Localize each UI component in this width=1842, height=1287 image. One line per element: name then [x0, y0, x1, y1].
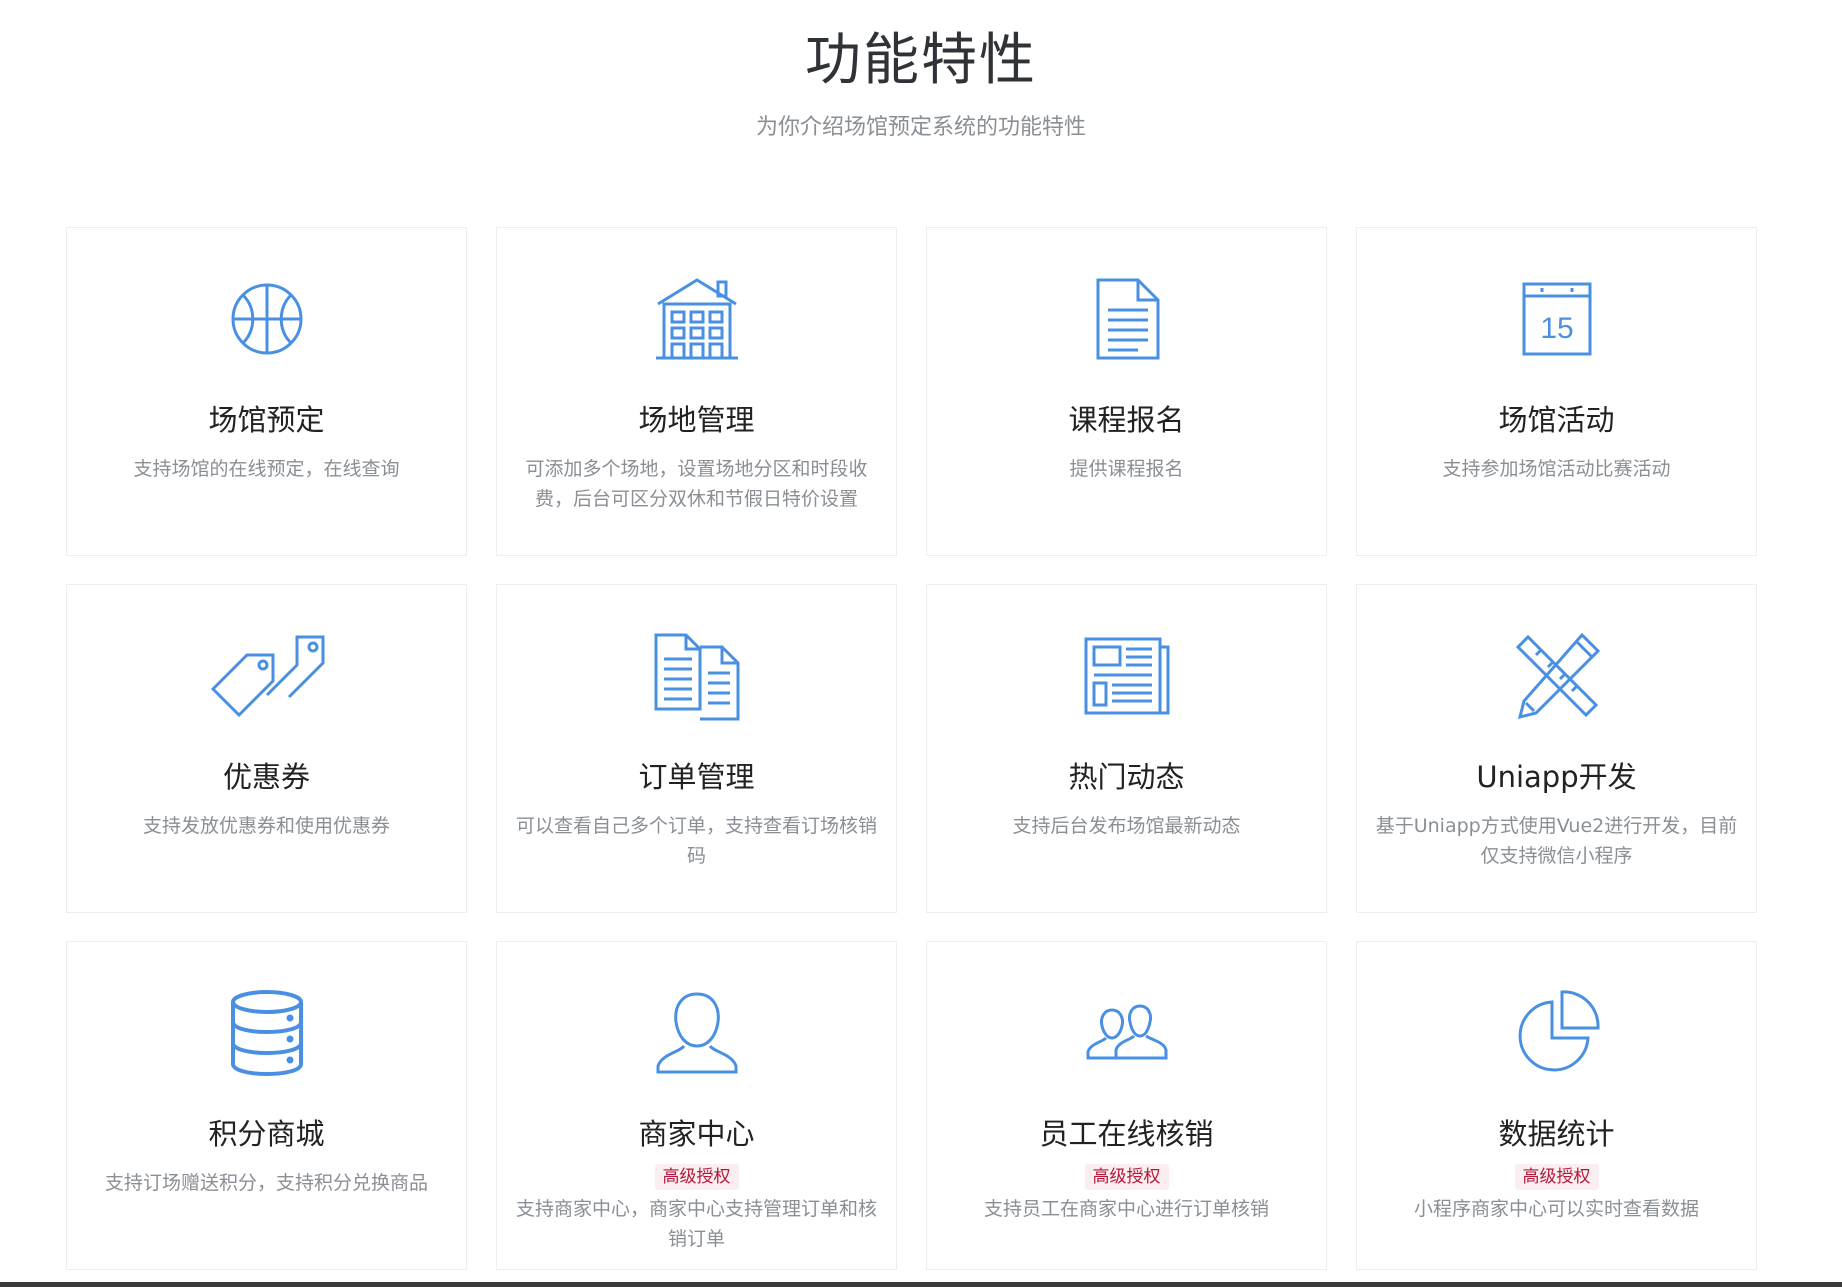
card-description: 支持后台发布场馆最新动态	[1012, 815, 1241, 837]
feature-card-data-statistics: 数据统计 高级授权 小程序商家中心可以实时查看数据	[1356, 941, 1757, 1270]
card-title: 优惠券	[222, 760, 310, 794]
premium-license-badge: 高级授权	[654, 1164, 739, 1190]
card-title: 数据统计	[1498, 1117, 1615, 1151]
card-description: 支持商家中心，商家中心支持管理订单和核销订单	[515, 1198, 877, 1250]
newspaper-icon	[1082, 631, 1172, 721]
premium-license-badge: 高级授权	[1514, 1164, 1599, 1190]
card-title: 场馆预定	[208, 403, 325, 437]
calendar-icon: 15	[1512, 274, 1602, 364]
user-icon	[652, 988, 742, 1078]
card-title: 课程报名	[1068, 403, 1185, 437]
card-title: 场馆活动	[1498, 403, 1615, 437]
tags-icon	[210, 631, 324, 721]
card-title: 积分商城	[208, 1117, 325, 1151]
card-title: Uniapp开发	[1476, 760, 1637, 794]
feature-card-points-mall: 积分商城 支持订场赠送积分，支持积分兑换商品	[66, 941, 467, 1270]
card-description: 可添加多个场地，设置场地分区和时段收费，后台可区分双休和节假日特价设置	[525, 458, 868, 510]
users-icon	[1082, 988, 1172, 1078]
card-description: 支持场馆的在线预定，在线查询	[133, 458, 400, 480]
bottom-scrollbar	[0, 1282, 1842, 1287]
card-description: 基于Uniapp方式使用Vue2进行开发，目前仅支持微信小程序	[1375, 815, 1738, 867]
svg-text:15: 15	[1540, 312, 1573, 345]
card-description: 小程序商家中心可以实时查看数据	[1413, 1198, 1699, 1220]
building-icon	[652, 274, 742, 364]
section-subtitle: 为你介绍场馆预定系统的功能特性	[755, 115, 1086, 140]
feature-card-order-management: 订单管理 可以查看自己多个订单，支持查看订场核销码	[496, 584, 897, 913]
card-description: 支持员工在商家中心进行订单核销	[983, 1198, 1269, 1220]
document-icon	[1082, 274, 1172, 364]
database-icon	[222, 988, 312, 1078]
card-title: 热门动态	[1068, 760, 1185, 794]
card-title: 场地管理	[638, 403, 755, 437]
section-title: 功能特性	[805, 28, 1037, 93]
card-description: 支持订场赠送积分，支持积分兑换商品	[104, 1172, 428, 1194]
card-description: 支持参加场馆活动比赛活动	[1442, 458, 1671, 480]
card-description: 可以查看自己多个订单，支持查看订场核销码	[515, 815, 877, 867]
features-grid: 场馆预定 支持场馆的在线预定，在线查询 场地管理 可添加多个场地，设置场地分区和…	[66, 227, 1758, 1270]
card-description: 提供课程报名	[1069, 458, 1184, 480]
feature-card-course-signup: 课程报名 提供课程报名	[926, 227, 1327, 556]
pie-chart-icon	[1512, 988, 1602, 1078]
card-title: 商家中心	[638, 1117, 755, 1151]
feature-card-venue-booking: 场馆预定 支持场馆的在线预定，在线查询	[66, 227, 467, 556]
feature-card-staff-verification: 员工在线核销 高级授权 支持员工在商家中心进行订单核销	[926, 941, 1327, 1270]
ruler-pencil-icon	[1512, 631, 1602, 721]
feature-card-venue-activities: 15 场馆活动 支持参加场馆活动比赛活动	[1356, 227, 1757, 556]
feature-card-hot-news: 热门动态 支持后台发布场馆最新动态	[926, 584, 1327, 913]
feature-card-field-management: 场地管理 可添加多个场地，设置场地分区和时段收费，后台可区分双休和节假日特价设置	[496, 227, 897, 556]
basketball-icon	[222, 274, 312, 364]
card-title: 订单管理	[638, 760, 755, 794]
documents-icon	[652, 631, 742, 721]
premium-license-badge: 高级授权	[1084, 1164, 1169, 1190]
feature-card-merchant-center: 商家中心 高级授权 支持商家中心，商家中心支持管理订单和核销订单	[496, 941, 897, 1270]
card-description: 支持发放优惠券和使用优惠券	[142, 815, 390, 837]
card-title: 员工在线核销	[1039, 1117, 1214, 1151]
feature-card-coupons: 优惠券 支持发放优惠券和使用优惠券	[66, 584, 467, 913]
feature-card-uniapp-dev: Uniapp开发 基于Uniapp方式使用Vue2进行开发，目前仅支持微信小程序	[1356, 584, 1757, 913]
